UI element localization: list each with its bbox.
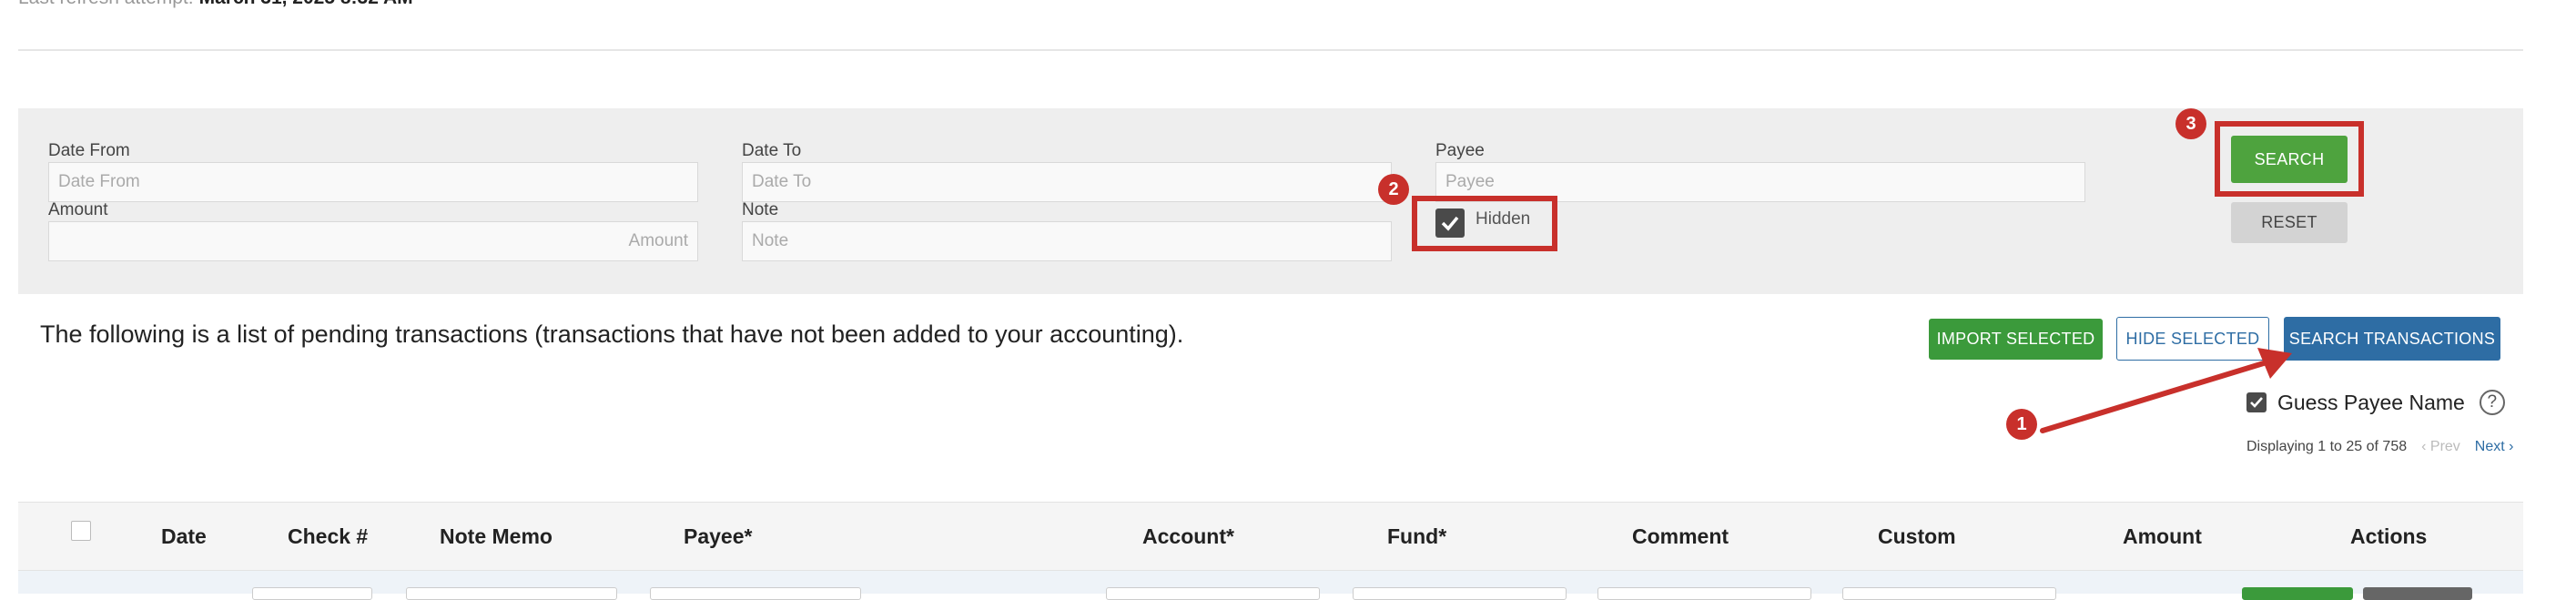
- row-action-button[interactable]: [2242, 587, 2353, 600]
- guess-payee-row: Guess Payee Name ?: [2246, 390, 2505, 415]
- annotation-box-3: [2215, 121, 2364, 197]
- payee-label: Payee: [1435, 141, 1485, 160]
- pending-transactions-info: The following is a list of pending trans…: [40, 320, 1184, 348]
- annotation-badge-2: 2: [1378, 174, 1409, 205]
- column-header-actions: Actions: [2350, 524, 2428, 548]
- column-header-date[interactable]: Date: [161, 524, 207, 549]
- annotation-badge-3: 3: [2175, 108, 2206, 139]
- note-memo-input[interactable]: [406, 587, 617, 600]
- note-label: Note: [742, 200, 779, 219]
- account-select[interactable]: [1106, 587, 1320, 600]
- next-page-link[interactable]: Next ›: [2475, 439, 2514, 455]
- column-header-amount[interactable]: Amount: [2123, 524, 2202, 549]
- column-header-note-memo[interactable]: Note Memo: [440, 524, 553, 549]
- row-secondary-action-button[interactable]: [2363, 587, 2472, 600]
- note-input[interactable]: Note: [742, 221, 1392, 261]
- fund-select[interactable]: [1353, 587, 1567, 600]
- pagination: Displaying 1 to 25 of 758 ‹ Prev Next ›: [2246, 439, 2513, 455]
- amount-label: Amount: [48, 200, 108, 219]
- custom-input[interactable]: [1842, 587, 2056, 600]
- column-header-payee[interactable]: Payee*: [684, 524, 752, 549]
- search-transactions-button[interactable]: SEARCH TRANSACTIONS: [2284, 317, 2500, 361]
- pagination-summary: Displaying 1 to 25 of 758: [2246, 439, 2408, 454]
- column-header-comment[interactable]: Comment: [1632, 524, 1729, 549]
- last-refresh-info: Last refresh attempt: March 31, 2025 8:32…: [18, 0, 413, 9]
- guess-payee-checkbox[interactable]: [2246, 392, 2267, 412]
- column-header-account[interactable]: Account*: [1142, 524, 1234, 549]
- divider: [18, 49, 2523, 51]
- last-refresh-value: March 31, 2025 8:32 AM: [199, 0, 413, 8]
- check-number-input[interactable]: [252, 587, 372, 600]
- transactions-table-header: Date Check # Note Memo Payee* Account* F…: [18, 502, 2523, 571]
- column-header-fund[interactable]: Fund*: [1387, 524, 1446, 549]
- column-header-check[interactable]: Check #: [288, 524, 368, 549]
- date-from-input[interactable]: Date From: [48, 162, 698, 202]
- amount-input[interactable]: Amount: [48, 221, 698, 261]
- annotation-badge-1: 1: [2006, 409, 2037, 440]
- help-icon[interactable]: ?: [2479, 390, 2505, 415]
- guess-payee-label: Guess Payee Name: [2277, 390, 2465, 414]
- payee-select[interactable]: [650, 587, 861, 600]
- last-refresh-label: Last refresh attempt:: [18, 0, 194, 8]
- comment-input[interactable]: [1597, 587, 1811, 600]
- date-from-label: Date From: [48, 141, 130, 160]
- select-all-checkbox[interactable]: [71, 521, 91, 541]
- date-to-input[interactable]: Date To: [742, 162, 1392, 202]
- date-to-label: Date To: [742, 141, 802, 160]
- prev-page-link[interactable]: ‹ Prev: [2421, 439, 2460, 455]
- reset-button[interactable]: RESET: [2231, 202, 2348, 243]
- annotation-box-2: [1412, 196, 1557, 251]
- annotation-arrow-icon: [2040, 348, 2292, 433]
- column-header-custom[interactable]: Custom: [1878, 524, 1956, 549]
